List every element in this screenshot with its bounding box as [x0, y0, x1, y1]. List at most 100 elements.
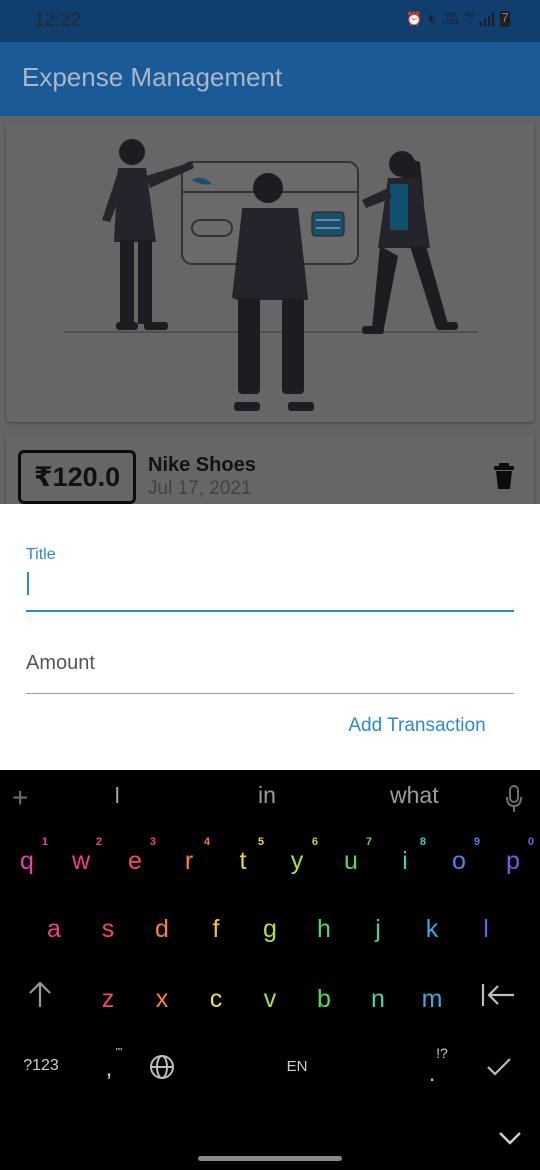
key-number-hint: 1 — [41, 836, 48, 848]
title-input[interactable] — [26, 566, 514, 612]
spacebar[interactable]: EN — [276, 1058, 318, 1075]
key-label: m — [421, 985, 443, 1013]
transaction-amount: ₹120.0 — [18, 450, 136, 504]
illustration-card — [6, 122, 534, 422]
transaction-date: Jul 17, 2021 — [148, 478, 252, 499]
suggestion-2[interactable]: in — [258, 782, 276, 809]
key-number-hint: 9 — [473, 836, 480, 848]
key-number-hint: 4 — [203, 836, 210, 848]
key-t[interactable]: t5 — [216, 836, 270, 876]
key-label: s — [101, 915, 115, 943]
key-label: i — [402, 847, 408, 875]
key-u[interactable]: u7 — [324, 836, 378, 876]
suggestion-3[interactable]: what — [390, 782, 439, 809]
key-label: a — [47, 915, 61, 943]
key-q[interactable]: q1 — [0, 836, 54, 876]
suggestion-1[interactable]: I — [114, 782, 120, 809]
key-label: y — [290, 847, 304, 875]
key-a[interactable]: a — [27, 914, 81, 944]
key-j[interactable]: j — [351, 914, 405, 944]
key-label: h — [317, 915, 331, 943]
soft-keyboard: + I in what q1w2e3r4t5y6u7i8o9p0 asdfghj… — [0, 770, 540, 1170]
enter-check-icon[interactable] — [486, 1056, 512, 1078]
app-body-scrim[interactable]: ₹120.0 Nike Shoes Jul 17, 2021 — [0, 116, 540, 504]
key-f[interactable]: f — [189, 914, 243, 944]
key-n[interactable]: n — [351, 984, 405, 1014]
key-m[interactable]: m — [405, 984, 459, 1014]
key-number-hint: 2 — [95, 836, 102, 848]
mute-icon: 🔇︎ — [428, 11, 437, 26]
key-label: c — [209, 985, 223, 1013]
key-i[interactable]: i8 — [378, 836, 432, 876]
battery-icon: 7 — [500, 11, 510, 27]
plus-icon[interactable]: + — [12, 784, 28, 812]
key-s[interactable]: s — [81, 914, 135, 944]
app-title: Expense Management — [22, 62, 283, 92]
gesture-nav-handle[interactable] — [198, 1156, 342, 1161]
shift-icon[interactable] — [26, 980, 54, 1010]
volte-top-text: Vo8 — [444, 12, 457, 19]
key-w[interactable]: w2 — [54, 836, 108, 876]
globe-icon[interactable] — [149, 1054, 175, 1080]
volte-indicator: Vo8 LTE1 — [442, 12, 458, 26]
key-o[interactable]: o9 — [432, 836, 486, 876]
key-label: r — [184, 847, 194, 875]
period-key-hint: !? — [436, 1045, 448, 1061]
key-b[interactable]: b — [297, 984, 351, 1014]
key-label: x — [155, 985, 169, 1013]
key-h[interactable]: h — [297, 914, 351, 944]
key-y[interactable]: y6 — [270, 836, 324, 876]
chevron-down-icon[interactable] — [498, 1131, 522, 1145]
network-gen-text: 4G — [464, 12, 474, 19]
key-number-hint: 7 — [365, 836, 372, 848]
key-number-hint: 8 — [419, 836, 426, 848]
key-label: k — [425, 915, 439, 943]
key-number-hint: 0 — [527, 836, 534, 848]
comma-key-label: , — [105, 1055, 113, 1082]
new-transaction-sheet: Title Add Transaction — [0, 504, 540, 770]
status-time: 12:22 — [34, 10, 82, 31]
payment-team-illustration — [64, 139, 478, 411]
key-label: w — [71, 847, 91, 875]
key-g[interactable]: g — [243, 914, 297, 944]
status-icons: ⏰ 🔇︎ Vo8 LTE1 4G ↓↑ 7 — [406, 11, 510, 27]
period-key[interactable]: . — [424, 1063, 440, 1085]
key-l[interactable]: l — [459, 914, 513, 944]
data-arrows-icon: ↓↑ — [465, 19, 473, 26]
text-cursor — [27, 572, 29, 595]
key-d[interactable]: d — [135, 914, 189, 944]
key-number-hint: 6 — [311, 836, 318, 848]
key-label: o — [452, 847, 466, 875]
backspace-icon[interactable] — [480, 982, 518, 1008]
key-label: l — [483, 915, 489, 943]
microphone-icon[interactable] — [505, 784, 523, 814]
key-label: v — [263, 985, 277, 1013]
amount-input[interactable] — [26, 634, 514, 694]
comma-key[interactable]: , — [100, 1054, 118, 1084]
battery-level: 7 — [501, 10, 509, 25]
title-field-label: Title — [26, 546, 56, 563]
key-z[interactable]: z — [81, 984, 135, 1014]
key-label: g — [263, 915, 277, 943]
key-c[interactable]: c — [189, 984, 243, 1014]
key-label: q — [20, 847, 34, 875]
key-label: p — [506, 847, 520, 875]
key-label: z — [101, 985, 115, 1013]
key-number-hint: 3 — [149, 836, 156, 848]
key-label: d — [155, 915, 169, 943]
key-label: f — [212, 915, 220, 943]
key-k[interactable]: k — [405, 914, 459, 944]
key-p[interactable]: p0 — [486, 836, 540, 876]
key-x[interactable]: x — [135, 984, 189, 1014]
key-v[interactable]: v — [243, 984, 297, 1014]
network-gen-indicator: 4G ↓↑ — [465, 12, 474, 26]
key-r[interactable]: r4 — [162, 836, 216, 876]
key-label: t — [239, 847, 247, 875]
add-transaction-button[interactable]: Add Transaction — [330, 706, 504, 746]
transaction-card: ₹120.0 Nike Shoes Jul 17, 2021 — [6, 434, 534, 504]
key-label: n — [371, 985, 385, 1013]
key-number-hint: 5 — [257, 836, 264, 848]
symbols-key[interactable]: ?123 — [16, 1057, 66, 1075]
key-e[interactable]: e3 — [108, 836, 162, 876]
delete-icon[interactable] — [490, 461, 518, 491]
